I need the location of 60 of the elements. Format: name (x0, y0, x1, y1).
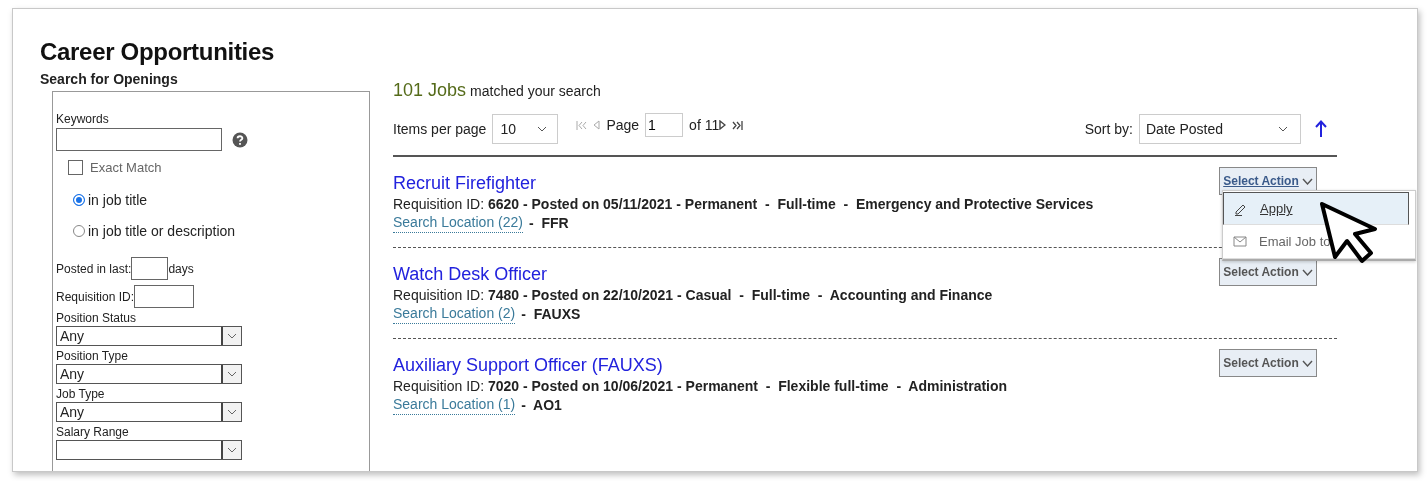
filter-select[interactable] (56, 440, 242, 460)
field-label: Position Status (56, 311, 138, 325)
field-label: Requisition ID: (56, 289, 135, 304)
menu-item[interactable]: Apply (1223, 192, 1409, 225)
chevron-down-icon (227, 371, 237, 377)
result-count-label: matched your search (470, 83, 601, 99)
last-page-icon[interactable] (732, 120, 744, 130)
help-icon[interactable] (232, 131, 248, 148)
items-per-page-label: Items per page (393, 121, 487, 137)
scope-radio[interactable] (73, 194, 85, 206)
search-location-link[interactable]: Search Location (2) (393, 305, 516, 324)
filter-select[interactable]: Any (56, 364, 242, 384)
radio-label: in job title (88, 192, 148, 208)
next-page-icon[interactable] (719, 120, 727, 130)
filter-select[interactable]: Any (56, 326, 242, 346)
chevron-down-icon (1278, 126, 1288, 132)
filter-select[interactable]: Any (56, 402, 242, 422)
result-count: 101 Jobs (393, 80, 467, 101)
field-label: Keywords (56, 112, 109, 126)
keywords-field[interactable] (56, 128, 222, 151)
page-title: Career Opportunities (40, 37, 276, 67)
chevron-down-icon (1301, 177, 1313, 185)
field-label: Job Type (56, 387, 106, 401)
items-per-page-select[interactable]: 10 (492, 114, 559, 144)
chevron-down-icon (1301, 268, 1313, 276)
job-title-link[interactable]: Auxiliary Support Officer (FAUXS) (393, 354, 1008, 377)
page-count: of 11 (689, 117, 720, 133)
chevron-down-icon (1301, 359, 1313, 367)
search-location-link[interactable]: Search Location (22) (393, 214, 523, 233)
location-code: - FFR (528, 214, 569, 233)
page-field[interactable]: 1 (645, 113, 684, 137)
job-details: Requisition ID: 7480 - Posted on 22/10/2021 - Casual - Full-time - Accounting and Finance (393, 286, 993, 305)
checkbox-label: Exact Match (90, 160, 162, 175)
location-code: - FAUXS (521, 305, 581, 324)
chevron-down-icon (227, 333, 237, 339)
job-title-link[interactable]: Watch Desk Officer (393, 263, 993, 286)
field-label: Posted in last: (56, 261, 132, 276)
sort-ascending-icon[interactable] (1315, 120, 1327, 138)
job-details: Requisition ID: 7020 - Posted on 10/06/2021 - Permanent - Flexible full-time - Administration (393, 377, 1008, 396)
chevron-down-icon (227, 447, 237, 453)
sort-select[interactable]: Date Posted (1139, 114, 1301, 144)
field-label: Salary Range (56, 425, 130, 439)
exact-match-checkbox[interactable] (68, 160, 83, 175)
sort-label: Sort by: (1084, 121, 1133, 137)
days-field[interactable] (131, 257, 169, 280)
search-location-link[interactable]: Search Location (1) (393, 396, 516, 415)
scope-radio[interactable] (73, 225, 85, 237)
select-action-button[interactable]: Select Action (1219, 349, 1317, 377)
requisition-id-field[interactable] (134, 285, 195, 308)
field-label: Position Type (56, 349, 129, 363)
envelope-icon (1233, 236, 1247, 247)
job-title-link[interactable]: Recruit Firefighter (393, 172, 1094, 195)
panel-heading: Search for Openings (40, 70, 179, 88)
location-code: - AO1 (521, 396, 562, 415)
field-label: days (168, 261, 194, 276)
radio-label: in job title or description (88, 223, 236, 239)
chevron-down-icon (537, 126, 548, 132)
chevron-down-icon (227, 409, 237, 415)
page-label: Page (606, 117, 640, 133)
job-details: Requisition ID: 6620 - Posted on 05/11/2021 - Permanent - Full-time - Emergency and Protective Services (393, 195, 1094, 214)
